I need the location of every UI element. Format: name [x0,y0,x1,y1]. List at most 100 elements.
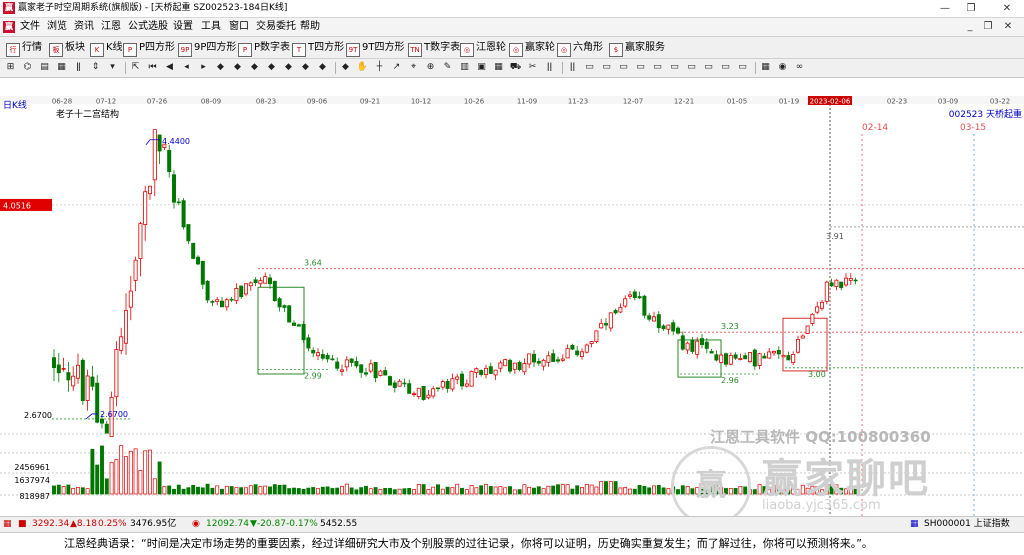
menu-item-7[interactable]: 窗口 [229,18,249,36]
zoom-icon[interactable]: ⊕ [424,61,437,74]
toolbar-button-3[interactable]: P P四方形 [123,39,175,57]
box-icon[interactable]: ▭ [719,61,732,74]
toolbar-button-11[interactable]: ◎ 六角形 [557,39,603,57]
diamond-icon[interactable]: ◆ [299,61,312,74]
candle-icon[interactable]: ǁ [72,61,85,74]
candle-body [435,387,440,390]
book-icon[interactable]: ▥ [458,61,471,74]
candle-body [488,366,493,374]
toolbar-label-7: 9T四方形 [362,42,405,53]
volume-bar [359,487,364,495]
volume-bar [421,484,426,495]
menu-item-2[interactable]: 资讯 [74,18,94,36]
candle-body [354,361,359,367]
first-icon[interactable]: ⏮ [146,61,159,74]
menu-item-0[interactable]: 文件 [20,18,40,36]
box-icon[interactable]: ▭ [617,61,630,74]
toolbar-button-5[interactable]: P P数字表 [238,39,290,57]
right-icon[interactable]: ▸ [197,61,210,74]
toolbar-button-2[interactable]: K K线 [90,39,123,57]
grid-icon[interactable]: ⊞ [4,61,17,74]
candle-body [661,325,666,330]
fibo-icon[interactable]: ǀǀ [543,61,556,74]
box-icon[interactable]: ▭ [651,61,664,74]
toolbar-button-8[interactable]: TN T数字表 [408,39,460,57]
candle-body [556,359,561,362]
volume-axis-label: 2456961 [14,463,50,472]
toolbar-button-7[interactable]: 9T 9T四方形 [346,39,405,57]
maximize-button[interactable]: ❐ [956,0,986,17]
candle-body [128,290,133,308]
volume-bar [157,461,162,495]
diamond-icon[interactable]: ◆ [265,61,278,74]
up-down-icon[interactable]: ⇕ [89,61,102,74]
volume-bar [541,488,546,495]
diamond-icon[interactable]: ◆ [214,61,227,74]
dropdown-icon[interactable]: ▾ [106,61,119,74]
toolbar-button-10[interactable]: ◎ 赢家轮 [509,39,555,57]
close-button[interactable]: ✕ [990,0,1024,17]
candle-body [483,367,488,376]
box3-bottom-label: 3.00 [808,370,826,379]
arrow-icon[interactable]: ⇱ [129,61,142,74]
mdi-close-button[interactable]: ✕ [1000,19,1016,35]
right-index-label[interactable]: SH000001 上证指数 [924,518,1010,531]
candle-body [704,341,709,349]
save-icon[interactable]: ▣ [475,61,488,74]
calendar-icon[interactable]: ▦ [492,61,505,74]
candle-body [719,354,724,363]
box-icon[interactable]: ▭ [583,61,596,74]
angle-icon[interactable]: ↗ [390,61,403,74]
car-icon[interactable]: ⛟ [509,61,522,74]
volume-bar [263,485,268,495]
toolbar-button-12[interactable]: $ 赢家服务 [609,39,665,57]
app-logo-icon: 赢 [3,2,15,14]
toolbar-button-9[interactable]: ◎ 江恩轮 [460,39,506,57]
menu-item-3[interactable]: 江恩 [101,18,121,36]
watermark-logo: 赢家聊吧 [762,456,930,502]
draw-icon[interactable]: ✎ [441,61,454,74]
table-icon[interactable]: ▤ [38,61,51,74]
volume-bar [464,489,469,495]
box-icon[interactable]: ▭ [736,61,749,74]
infinity-icon[interactable]: ∞ [793,61,806,74]
chart-icon[interactable]: ⌬ [21,61,34,74]
toolbar-button-6[interactable]: T T四方形 [292,39,344,57]
box-icon[interactable]: ▭ [702,61,715,74]
menu-item-6[interactable]: 工具 [201,18,221,36]
diamond-icon[interactable]: ◆ [282,61,295,74]
menu-item-8[interactable]: 交易委托 [256,18,296,36]
diamond-icon[interactable]: ◆ [339,61,352,74]
left-icon[interactable]: ◂ [180,61,193,74]
diamond-icon[interactable]: ◆ [316,61,329,74]
label-icon[interactable]: ⌖ [407,61,420,74]
sz-index: 12092.74 [206,519,249,529]
grid-icon[interactable]: ▦ [759,61,772,74]
menu-item-9[interactable]: 帮助 [300,18,320,36]
volume-bar [460,487,464,495]
doc-icon[interactable]: ▦ [55,61,68,74]
box-icon[interactable]: ▭ [634,61,647,74]
candle-body [200,260,205,285]
tools-icon[interactable]: ✂ [526,61,539,74]
toolbar-button-0[interactable]: 行行情 [6,39,42,57]
color-icon[interactable]: ◉ [776,61,789,74]
menu-item-5[interactable]: 设置 [173,18,193,36]
diamond-icon[interactable]: ◆ [248,61,261,74]
diamond-icon[interactable]: ◆ [231,61,244,74]
box-icon[interactable]: ▭ [600,61,613,74]
menu-item-1[interactable]: 浏览 [47,18,67,36]
toolbar-button-1[interactable]: 板板块 [49,39,85,57]
box-icon[interactable]: ▭ [668,61,681,74]
mdi-restore-button[interactable]: ❐ [980,19,996,35]
candle-body [671,322,676,332]
prev-icon[interactable]: ◀ [163,61,176,74]
box-icon[interactable]: ▭ [685,61,698,74]
cross-icon[interactable]: ┼ [373,61,386,74]
toolbar-button-4[interactable]: 9P 9P四方形 [178,39,236,57]
hand-icon[interactable]: ✋ [356,61,369,74]
menu-item-4[interactable]: 公式选股 [128,18,168,36]
fibo-icon[interactable]: ǀǀ [566,61,579,74]
mdi-minimize-button[interactable]: _ [962,19,978,35]
volume-bar [229,486,234,495]
